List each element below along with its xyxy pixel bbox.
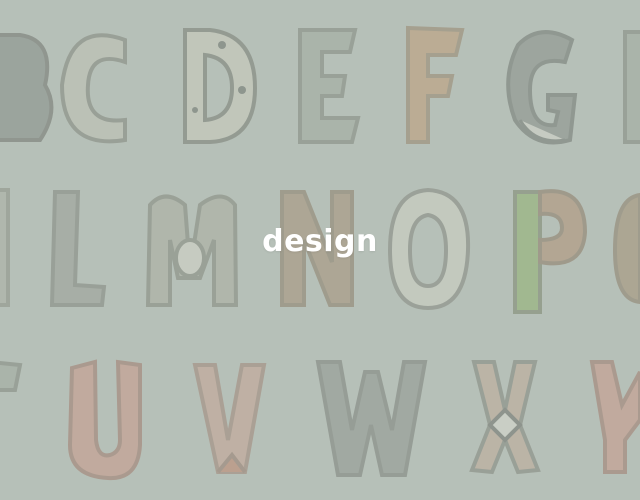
design-thumbnail[interactable]: design [0,0,640,500]
caption-label: design [262,224,378,259]
